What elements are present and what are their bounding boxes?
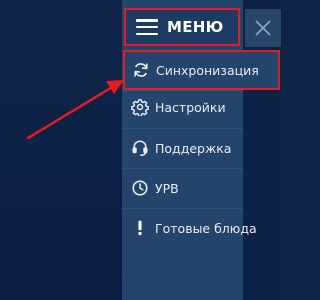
- annotation-arrow: [26, 80, 124, 140]
